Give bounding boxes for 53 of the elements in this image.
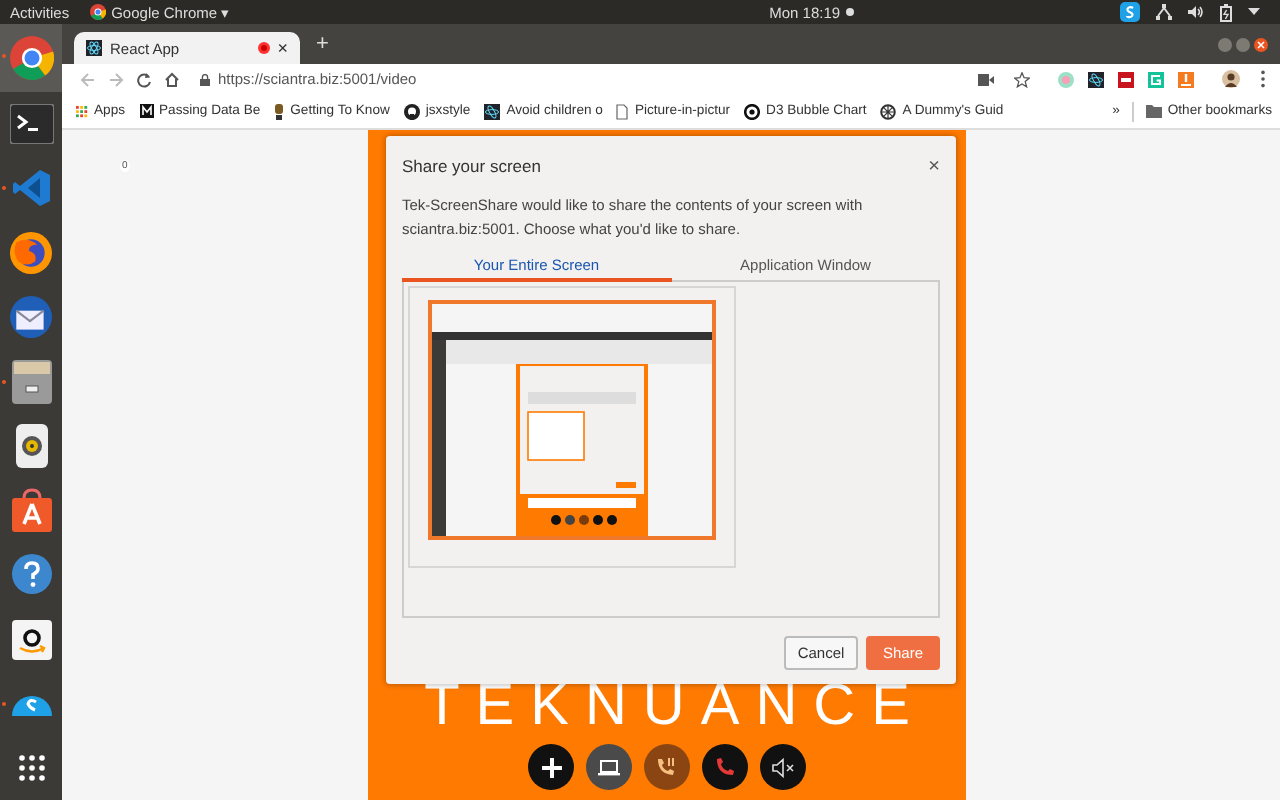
phone-pause-icon (656, 756, 678, 778)
star-icon[interactable] (1014, 71, 1030, 87)
muted-speaker-icon (771, 757, 795, 777)
camera-icon[interactable] (978, 73, 994, 85)
menu-icon[interactable] (1260, 70, 1266, 88)
mail-icon (10, 296, 52, 339)
logo-text: TEKNUANCE (424, 682, 926, 730)
extension-icon[interactable] (1178, 71, 1194, 87)
app-grid-icon (76, 105, 88, 117)
file-cabinet-icon (11, 359, 51, 404)
speaker-icon (15, 424, 47, 469)
wheel-icon (880, 103, 897, 119)
caret-icon[interactable] (1248, 8, 1260, 16)
atom-icon (86, 40, 102, 56)
home-icon[interactable] (164, 71, 180, 87)
plus-icon (541, 757, 561, 777)
extension-icon[interactable] (1118, 71, 1134, 87)
dock-item[interactable] (0, 24, 62, 93)
avatar-icon[interactable] (1222, 70, 1240, 88)
network-icon[interactable] (1156, 4, 1172, 20)
reload-icon[interactable] (136, 71, 152, 87)
tab-close-button[interactable]: × (277, 39, 288, 57)
hang-up-button[interactable] (702, 744, 748, 790)
code-editor-icon (11, 168, 51, 209)
terminal-icon (9, 104, 53, 145)
close-button[interactable]: × (928, 155, 940, 177)
browser-icon (89, 4, 106, 20)
atom-icon[interactable] (1088, 71, 1104, 87)
folder-icon (1145, 104, 1162, 118)
bulb-icon (274, 103, 285, 119)
hold-call-button[interactable] (644, 744, 690, 790)
dialog-title: Share your screen (402, 156, 541, 176)
screen-thumbnail[interactable] (408, 286, 736, 568)
shopping-bag-icon (11, 488, 51, 533)
close-button[interactable] (1254, 37, 1268, 51)
ring-icon (744, 103, 761, 119)
lock-icon (200, 73, 210, 85)
notification-dot-icon (846, 8, 855, 16)
globe-fox-icon (10, 232, 52, 275)
volume-icon[interactable] (1188, 4, 1204, 20)
bookmark-logo-icon (139, 104, 153, 118)
page-icon (616, 103, 629, 119)
mute-button[interactable] (760, 744, 806, 790)
share-screen-button[interactable] (586, 744, 632, 790)
browser-icon (9, 36, 53, 81)
phone-icon (714, 756, 736, 778)
help-icon (11, 554, 51, 595)
add-button[interactable] (528, 744, 574, 790)
app-grid-icon (17, 753, 45, 782)
atom-icon (484, 103, 501, 119)
laptop-icon (598, 759, 620, 775)
battery-icon[interactable] (1220, 3, 1232, 21)
new-tab-button[interactable]: + (316, 33, 329, 55)
